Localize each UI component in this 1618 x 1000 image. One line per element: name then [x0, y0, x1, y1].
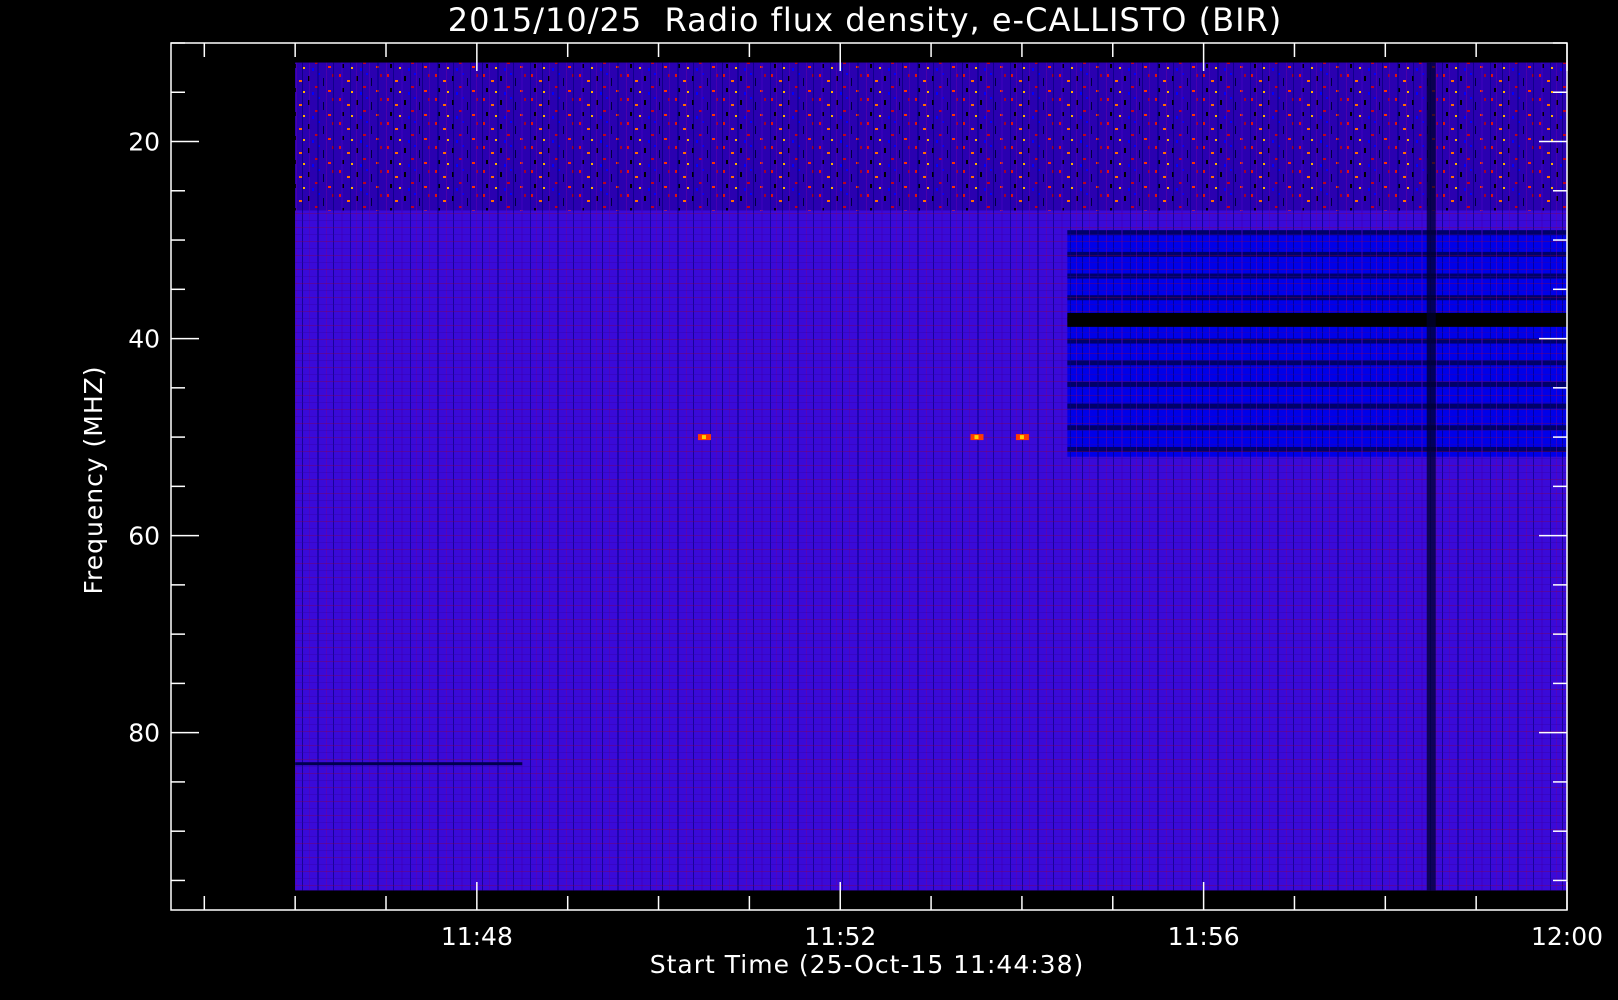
heatmap-layer: [295, 62, 1567, 891]
heatmap-dark-column: [1426, 62, 1436, 891]
x-tick-label: 12:00: [1531, 922, 1603, 951]
plot-area: 11:48 11:52 11:56 12:00 20 40 60 80: [128, 42, 1603, 951]
x-tick-label: 11:56: [1168, 922, 1240, 951]
x-tick-label: 11:48: [441, 922, 513, 951]
y-axis-label: Frequency (MHZ): [79, 365, 108, 594]
heatmap-hot-spot-core: [1019, 435, 1024, 440]
y-tick-label: 20: [128, 128, 160, 157]
x-tick-label: 11:52: [804, 922, 876, 951]
heatmap-hot-spot-core: [701, 435, 706, 440]
spectrogram-figure: 2015/10/25 Radio flux density, e-CALLIST…: [79, 1, 1603, 979]
y-tick-label: 80: [128, 719, 160, 748]
x-axis-label: Start Time (25-Oct-15 11:44:38): [650, 950, 1084, 979]
chart-title: 2015/10/25 Radio flux density, e-CALLIST…: [448, 1, 1282, 39]
heatmap-dark-band: [1067, 312, 1567, 327]
heatmap-dark-line: [295, 762, 523, 766]
heatmap-hot-spot-core: [974, 435, 979, 440]
y-tick-label: 60: [128, 522, 160, 551]
y-tick-label: 40: [128, 325, 160, 354]
heatmap-texture: [295, 210, 1567, 891]
